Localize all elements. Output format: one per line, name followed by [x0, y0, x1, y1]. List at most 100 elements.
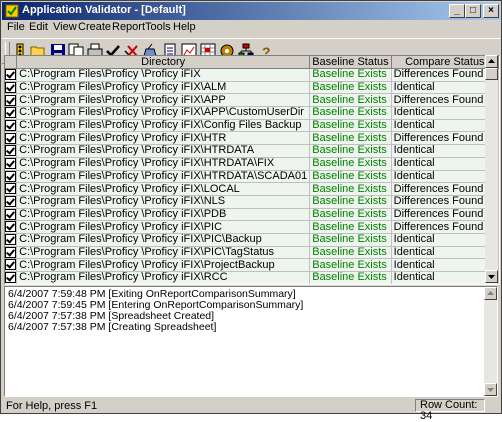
menu-help[interactable]: Help: [173, 21, 196, 33]
table-row[interactable]: C:\Program Files\Proficy \Proficy iFIX\R…: [5, 272, 499, 285]
table-row[interactable]: C:\Program Files\Proficy \Proficy iFIX\P…: [5, 221, 499, 234]
compare-status-cell: Identical: [391, 272, 498, 285]
checkbox-checked-icon[interactable]: [5, 196, 16, 207]
row-checkbox[interactable]: [5, 132, 17, 145]
row-checkbox[interactable]: [5, 170, 17, 183]
directory-cell: C:\Program Files\Proficy \Proficy iFIX\R…: [17, 284, 310, 285]
checkbox-checked-icon[interactable]: [5, 221, 16, 232]
checkbox-checked-icon[interactable]: [5, 259, 16, 270]
table-row[interactable]: C:\Program Files\Proficy \Proficy iFIX\P…: [5, 233, 499, 246]
table-row[interactable]: C:\Program Files\Proficy \Proficy iFIX\A…: [5, 107, 499, 120]
checkbox-checked-icon[interactable]: [5, 145, 16, 156]
table-row[interactable]: C:\Program Files\Proficy \Proficy iFIX\P…: [5, 208, 499, 221]
scroll-up-button[interactable]: [485, 55, 498, 68]
table-row[interactable]: C:\Program Files\Proficy \Proficy iFIX\P…: [5, 259, 499, 272]
baseline-status-cell: Baseline Exists: [310, 183, 391, 196]
row-count: Row Count: 34: [415, 399, 485, 412]
table-row[interactable]: C:\Program Files\Proficy \Proficy iFIX\A…: [5, 81, 499, 94]
row-checkbox[interactable]: [5, 145, 17, 158]
scroll-down-button[interactable]: [485, 270, 498, 283]
baseline-status-cell: Baseline Exists: [310, 170, 391, 183]
row-checkbox[interactable]: [5, 69, 17, 82]
log-scroll-up-button[interactable]: [484, 287, 497, 300]
table-row[interactable]: C:\Program Files\Proficy \Proficy iFIX\H…: [5, 145, 499, 158]
checkbox-checked-icon[interactable]: [5, 171, 16, 182]
compare-status-cell: Differences Found: [391, 69, 498, 82]
table-row[interactable]: C:\Program Files\Proficy \Proficy iFIX\C…: [5, 119, 499, 132]
activity-log[interactable]: 6/4/2007 7:59:48 PM [Exiting OnReportCom…: [4, 286, 498, 397]
row-checkbox[interactable]: [5, 94, 17, 107]
table-row[interactable]: C:\Program Files\Proficy \Proficy iFIX\H…: [5, 132, 499, 145]
table-row[interactable]: C:\Program Files\Proficy \Proficy iFIX\H…: [5, 170, 499, 183]
checkbox-checked-icon[interactable]: [5, 183, 16, 194]
log-vertical-scrollbar[interactable]: [484, 287, 497, 396]
table-row[interactable]: C:\Program Files\Proficy \Proficy iFIX\R…: [5, 284, 499, 285]
checkbox-checked-icon[interactable]: [5, 272, 16, 283]
row-checkbox[interactable]: [5, 119, 17, 132]
compare-status-cell: Differences Found: [391, 132, 498, 145]
directory-cell: C:\Program Files\Proficy \Proficy iFIX: [17, 69, 310, 82]
grid-vertical-scrollbar[interactable]: [485, 55, 498, 283]
row-checkbox[interactable]: [5, 107, 17, 120]
baseline-status-cell: Baseline Exists: [310, 132, 391, 145]
row-checkbox[interactable]: [5, 195, 17, 208]
compare-status-cell: Identical: [391, 259, 498, 272]
compare-status-cell: Differences Found: [391, 208, 498, 221]
table-row[interactable]: C:\Program Files\Proficy \Proficy iFIX\H…: [5, 157, 499, 170]
row-checkbox[interactable]: [5, 284, 17, 285]
baseline-status-cell: Baseline Exists: [310, 221, 391, 234]
table-row[interactable]: C:\Program Files\Proficy \Proficy iFIX\A…: [5, 94, 499, 107]
menu-view[interactable]: View: [53, 21, 77, 33]
column-header-baseline-status[interactable]: Baseline Status: [310, 56, 391, 69]
title-bar[interactable]: Application Validator - [Default] _ □ ×: [2, 2, 500, 20]
checkbox-checked-icon[interactable]: [5, 120, 16, 131]
maximize-button[interactable]: □: [465, 4, 481, 18]
menu-tools[interactable]: Tools: [145, 21, 171, 33]
checkbox-checked-icon[interactable]: [5, 158, 16, 169]
menu-file[interactable]: File: [7, 21, 25, 33]
compare-status-cell: Identical: [391, 145, 498, 158]
row-checkbox[interactable]: [5, 157, 17, 170]
compare-status-cell: Identical: [391, 170, 498, 183]
close-button[interactable]: ×: [483, 4, 499, 18]
checkbox-checked-icon[interactable]: [5, 247, 16, 258]
checkbox-checked-icon[interactable]: [5, 107, 16, 118]
row-checkbox[interactable]: [5, 221, 17, 234]
directory-cell: C:\Program Files\Proficy \Proficy iFIX\P…: [17, 246, 310, 259]
row-checkbox[interactable]: [5, 246, 17, 259]
log-scroll-down-button[interactable]: [484, 383, 497, 396]
row-checkbox[interactable]: [5, 81, 17, 94]
checkbox-checked-icon[interactable]: [5, 69, 16, 80]
checkbox-checked-icon[interactable]: [5, 209, 16, 220]
row-checkbox[interactable]: [5, 183, 17, 196]
table-row[interactable]: C:\Program Files\Proficy \Proficy iFIXBa…: [5, 69, 499, 82]
checkbox-checked-icon[interactable]: [5, 234, 16, 245]
menu-create[interactable]: Create: [78, 21, 111, 33]
row-checkbox[interactable]: [5, 259, 17, 272]
directory-cell: C:\Program Files\Proficy \Proficy iFIX\R…: [17, 272, 310, 285]
checkbox-checked-icon[interactable]: [5, 133, 16, 144]
directory-cell: C:\Program Files\Proficy \Proficy iFIX\P…: [17, 208, 310, 221]
minimize-button[interactable]: _: [449, 4, 465, 18]
baseline-status-cell: Baseline Exists: [310, 145, 391, 158]
column-header-check[interactable]: [5, 56, 17, 69]
menu-report[interactable]: Report: [112, 21, 145, 33]
baseline-status-cell: Baseline Exists: [310, 233, 391, 246]
baseline-status-cell: Baseline Exists: [310, 284, 391, 285]
window-title: Application Validator - [Default]: [22, 4, 186, 16]
column-header-directory[interactable]: Directory: [17, 56, 310, 69]
table-row[interactable]: C:\Program Files\Proficy \Proficy iFIX\N…: [5, 195, 499, 208]
row-checkbox[interactable]: [5, 272, 17, 285]
table-row[interactable]: C:\Program Files\Proficy \Proficy iFIX\L…: [5, 183, 499, 196]
checkbox-checked-icon[interactable]: [5, 82, 16, 93]
menu-edit[interactable]: Edit: [29, 21, 48, 33]
directory-cell: C:\Program Files\Proficy \Proficy iFIX\A…: [17, 94, 310, 107]
column-header-compare-status[interactable]: Compare Status: [391, 56, 498, 69]
row-checkbox[interactable]: [5, 208, 17, 221]
directory-grid[interactable]: Directory Baseline Status Compare Status…: [4, 55, 500, 285]
table-row[interactable]: C:\Program Files\Proficy \Proficy iFIX\P…: [5, 246, 499, 259]
scroll-thumb[interactable]: [485, 68, 498, 80]
baseline-status-cell: Baseline Exists: [310, 94, 391, 107]
checkbox-checked-icon[interactable]: [5, 95, 16, 106]
row-checkbox[interactable]: [5, 233, 17, 246]
